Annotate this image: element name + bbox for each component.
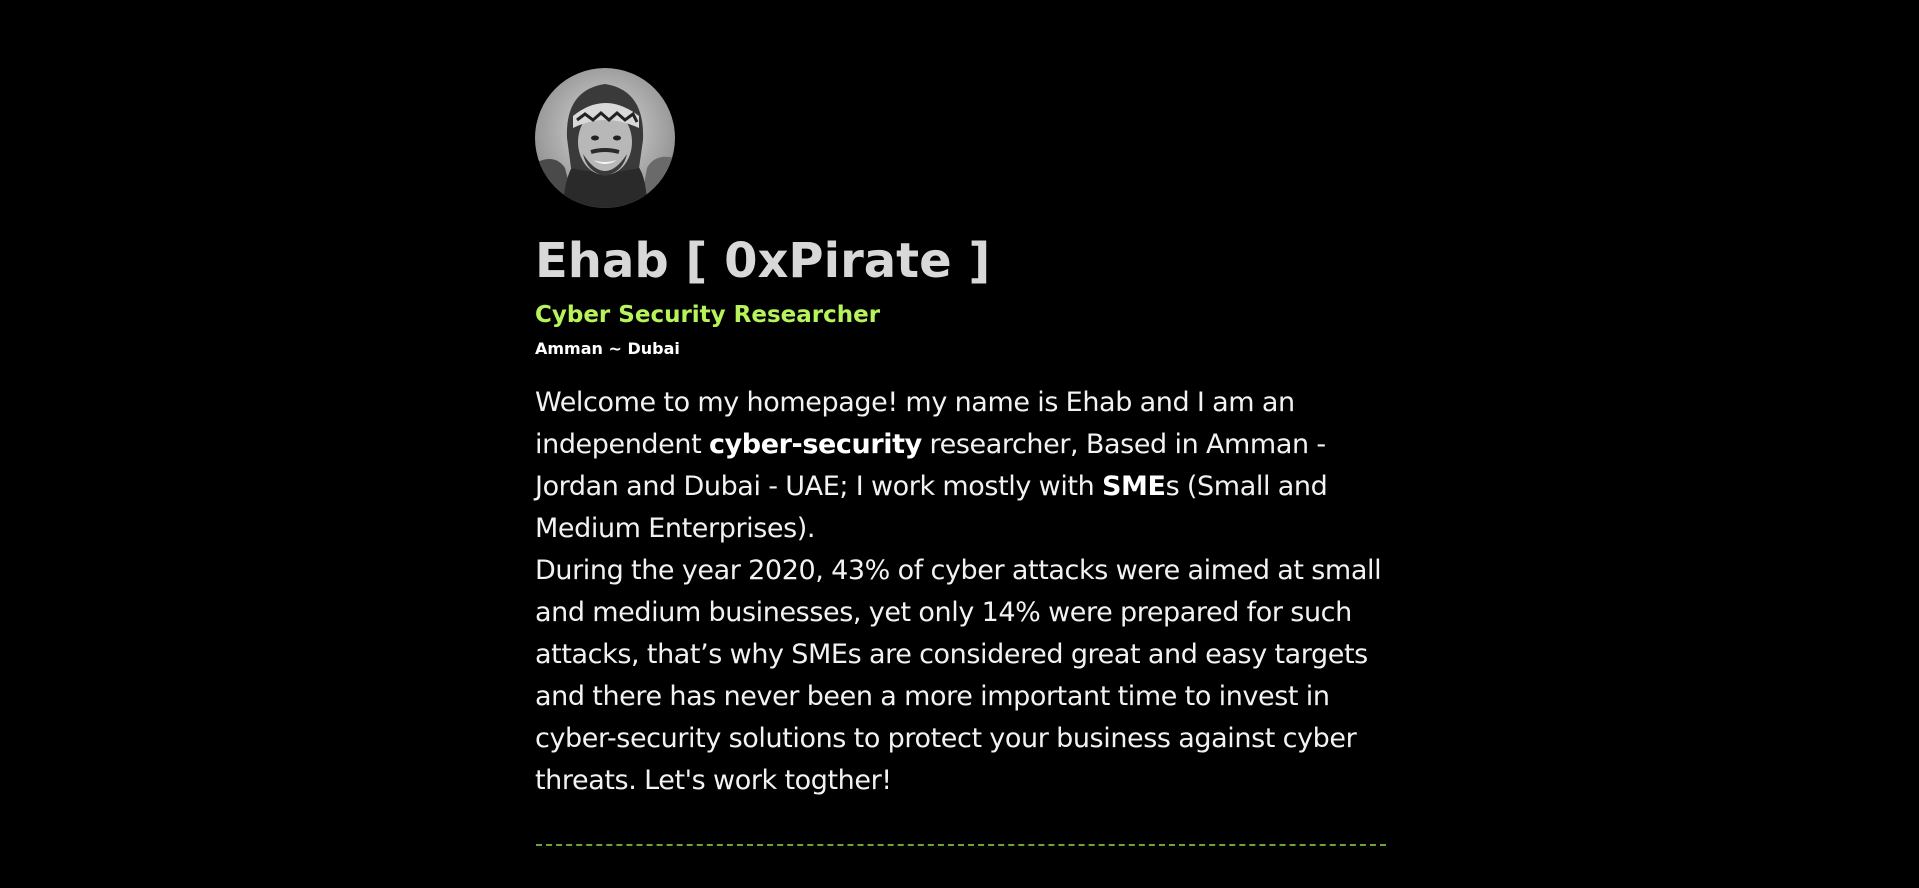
avatar-photo [535, 68, 675, 208]
profile-section: Ehab [ 0xPirate ] Cyber Security Researc… [535, 68, 1387, 854]
bio-paragraph-stats: During the year 2020, 43% of cyber attac… [535, 555, 1382, 796]
bio-highlight-cyber-security: cyber-security [708, 429, 922, 460]
section-divider [536, 844, 1386, 846]
avatar [535, 68, 675, 208]
job-title: Cyber Security Researcher [535, 302, 881, 328]
page-title: Ehab [ 0xPirate ] [535, 233, 991, 289]
location-text: Amman ~ Dubai [535, 339, 680, 358]
bio-highlight-sme: SME [1102, 471, 1166, 502]
bio-paragraph-intro: Welcome to my homepage! my name is Ehab … [535, 382, 1387, 550]
bio-section: Welcome to my homepage! my name is Ehab … [535, 382, 1387, 802]
